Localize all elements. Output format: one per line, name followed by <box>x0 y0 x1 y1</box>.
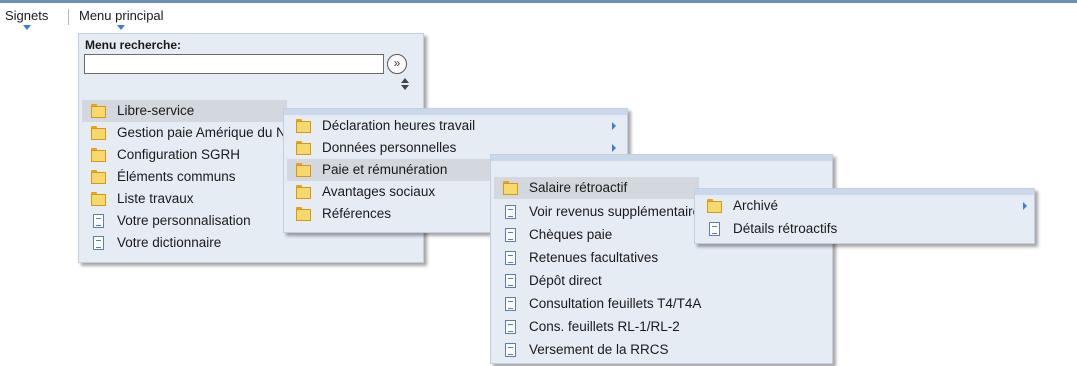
menu-item-label: Gestion paie Amérique du Nord <box>117 125 287 140</box>
search-go-button[interactable]: » <box>387 54 407 74</box>
search-label: Menu recherche: <box>85 38 182 52</box>
submenu-paie-remuneration: Salaire rétroactif Voir revenus suppléme… <box>490 154 833 364</box>
menu-item-label: Données personnelles <box>322 140 457 155</box>
menu-item-label: Références <box>322 206 392 221</box>
menu-item-label: Détails rétroactifs <box>733 221 838 236</box>
bookmarks-label: Signets <box>5 8 49 23</box>
menu-item-label: Versement de la RRCS <box>529 342 669 357</box>
menu-item-feuillets-rl[interactable]: Cons. feuillets RL-1/RL-2 <box>494 316 830 338</box>
panel-header <box>491 155 832 161</box>
top-accent-bar <box>0 0 1077 3</box>
menu-item-details-retroactifs[interactable]: Détails rétroactifs <box>698 218 1032 240</box>
document-icon <box>505 228 516 242</box>
menu-item-label: Cons. feuillets RL-1/RL-2 <box>529 319 680 334</box>
menu-search-input[interactable] <box>84 54 384 74</box>
folder-icon <box>296 119 311 133</box>
folder-icon <box>91 170 106 184</box>
folder-icon <box>296 185 311 199</box>
menu-item-declaration-heures[interactable]: Déclaration heures travail <box>287 115 625 137</box>
main-menu-label: Menu principal <box>79 8 164 23</box>
folder-icon <box>707 199 722 213</box>
submenu-arrow-icon <box>612 122 616 130</box>
menu-item-feuillets-t4[interactable]: Consultation feuillets T4/T4A <box>494 293 830 315</box>
menu-item-retenues-facultatives[interactable]: Retenues facultatives <box>494 247 830 269</box>
menu-item-label: Votre dictionnaire <box>117 235 222 250</box>
menu-item-cheques-paie[interactable]: Chèques paie <box>494 224 699 246</box>
menu-item-votre-personnalisation[interactable]: Votre personnalisation <box>82 210 287 232</box>
menu-item-label: Avantages sociaux <box>322 184 436 199</box>
menu-item-label: Salaire rétroactif <box>529 180 628 195</box>
menu-item-revenus-supplementaires[interactable]: Voir revenus supplémentaires <box>494 201 699 223</box>
document-icon <box>505 343 516 357</box>
folder-icon <box>91 148 106 162</box>
menu-item-votre-dictionnaire[interactable]: Votre dictionnaire <box>82 232 287 254</box>
menu-item-archive[interactable]: Archivé <box>698 195 1032 217</box>
menu-item-versement-rrcs[interactable]: Versement de la RRCS <box>494 339 830 361</box>
menu-item-configuration-sgrh[interactable]: Configuration SGRH <box>82 144 287 166</box>
folder-icon <box>91 192 106 206</box>
bookmarks-menu[interactable]: Signets <box>5 8 49 30</box>
menu-item-label: Dépôt direct <box>529 273 602 288</box>
document-icon <box>505 297 516 311</box>
go-arrow-icon: » <box>393 56 401 70</box>
main-menu-dropdown-icon <box>117 25 126 30</box>
folder-icon <box>296 207 311 221</box>
menu-item-liste-travaux[interactable]: Liste travaux <box>82 188 287 210</box>
menu-item-label: Voir revenus supplémentaires <box>529 204 699 219</box>
menu-item-label: Éléments communs <box>117 169 236 184</box>
folder-icon <box>91 104 106 118</box>
document-icon <box>93 214 104 228</box>
folder-icon <box>503 181 518 195</box>
document-icon <box>505 320 516 334</box>
menu-item-label: Liste travaux <box>117 191 194 206</box>
main-menu[interactable]: Menu principal <box>79 8 164 30</box>
menu-item-label: Consultation feuillets T4/T4A <box>529 296 702 311</box>
menu-item-label: Paie et rémunération <box>322 162 448 177</box>
document-icon <box>505 251 516 265</box>
document-icon <box>505 274 516 288</box>
bookmarks-dropdown-icon <box>22 25 31 30</box>
tab-divider <box>68 9 69 25</box>
menu-item-label: Libre-service <box>117 103 195 118</box>
submenu-arrow-icon <box>612 144 616 152</box>
document-icon <box>505 205 516 219</box>
menu-item-label: Votre personnalisation <box>117 213 251 228</box>
menu-item-label: Archivé <box>733 198 779 213</box>
menu-item-depot-direct[interactable]: Dépôt direct <box>494 270 830 292</box>
menu-item-label: Retenues facultatives <box>529 250 659 265</box>
menu-item-label: Déclaration heures travail <box>322 118 476 133</box>
submenu-salaire-retroactif: Archivé Détails rétroactifs <box>694 188 1035 244</box>
menu-item-label: Chèques paie <box>529 227 613 242</box>
folder-icon <box>296 163 311 177</box>
document-icon <box>93 236 104 250</box>
menu-item-elements-communs[interactable]: Éléments communs <box>82 166 287 188</box>
menu-item-salaire-retroactif[interactable]: Salaire rétroactif <box>494 177 699 199</box>
folder-icon <box>91 126 106 140</box>
folder-icon <box>296 141 311 155</box>
menu-item-gestion-paie[interactable]: Gestion paie Amérique du Nord <box>82 122 287 144</box>
document-icon <box>709 222 720 236</box>
menu-item-label: Configuration SGRH <box>117 147 241 162</box>
sort-toggle-icon[interactable] <box>401 78 409 90</box>
submenu-arrow-icon <box>1023 202 1027 210</box>
menu-item-libre-service[interactable]: Libre-service <box>82 100 287 122</box>
